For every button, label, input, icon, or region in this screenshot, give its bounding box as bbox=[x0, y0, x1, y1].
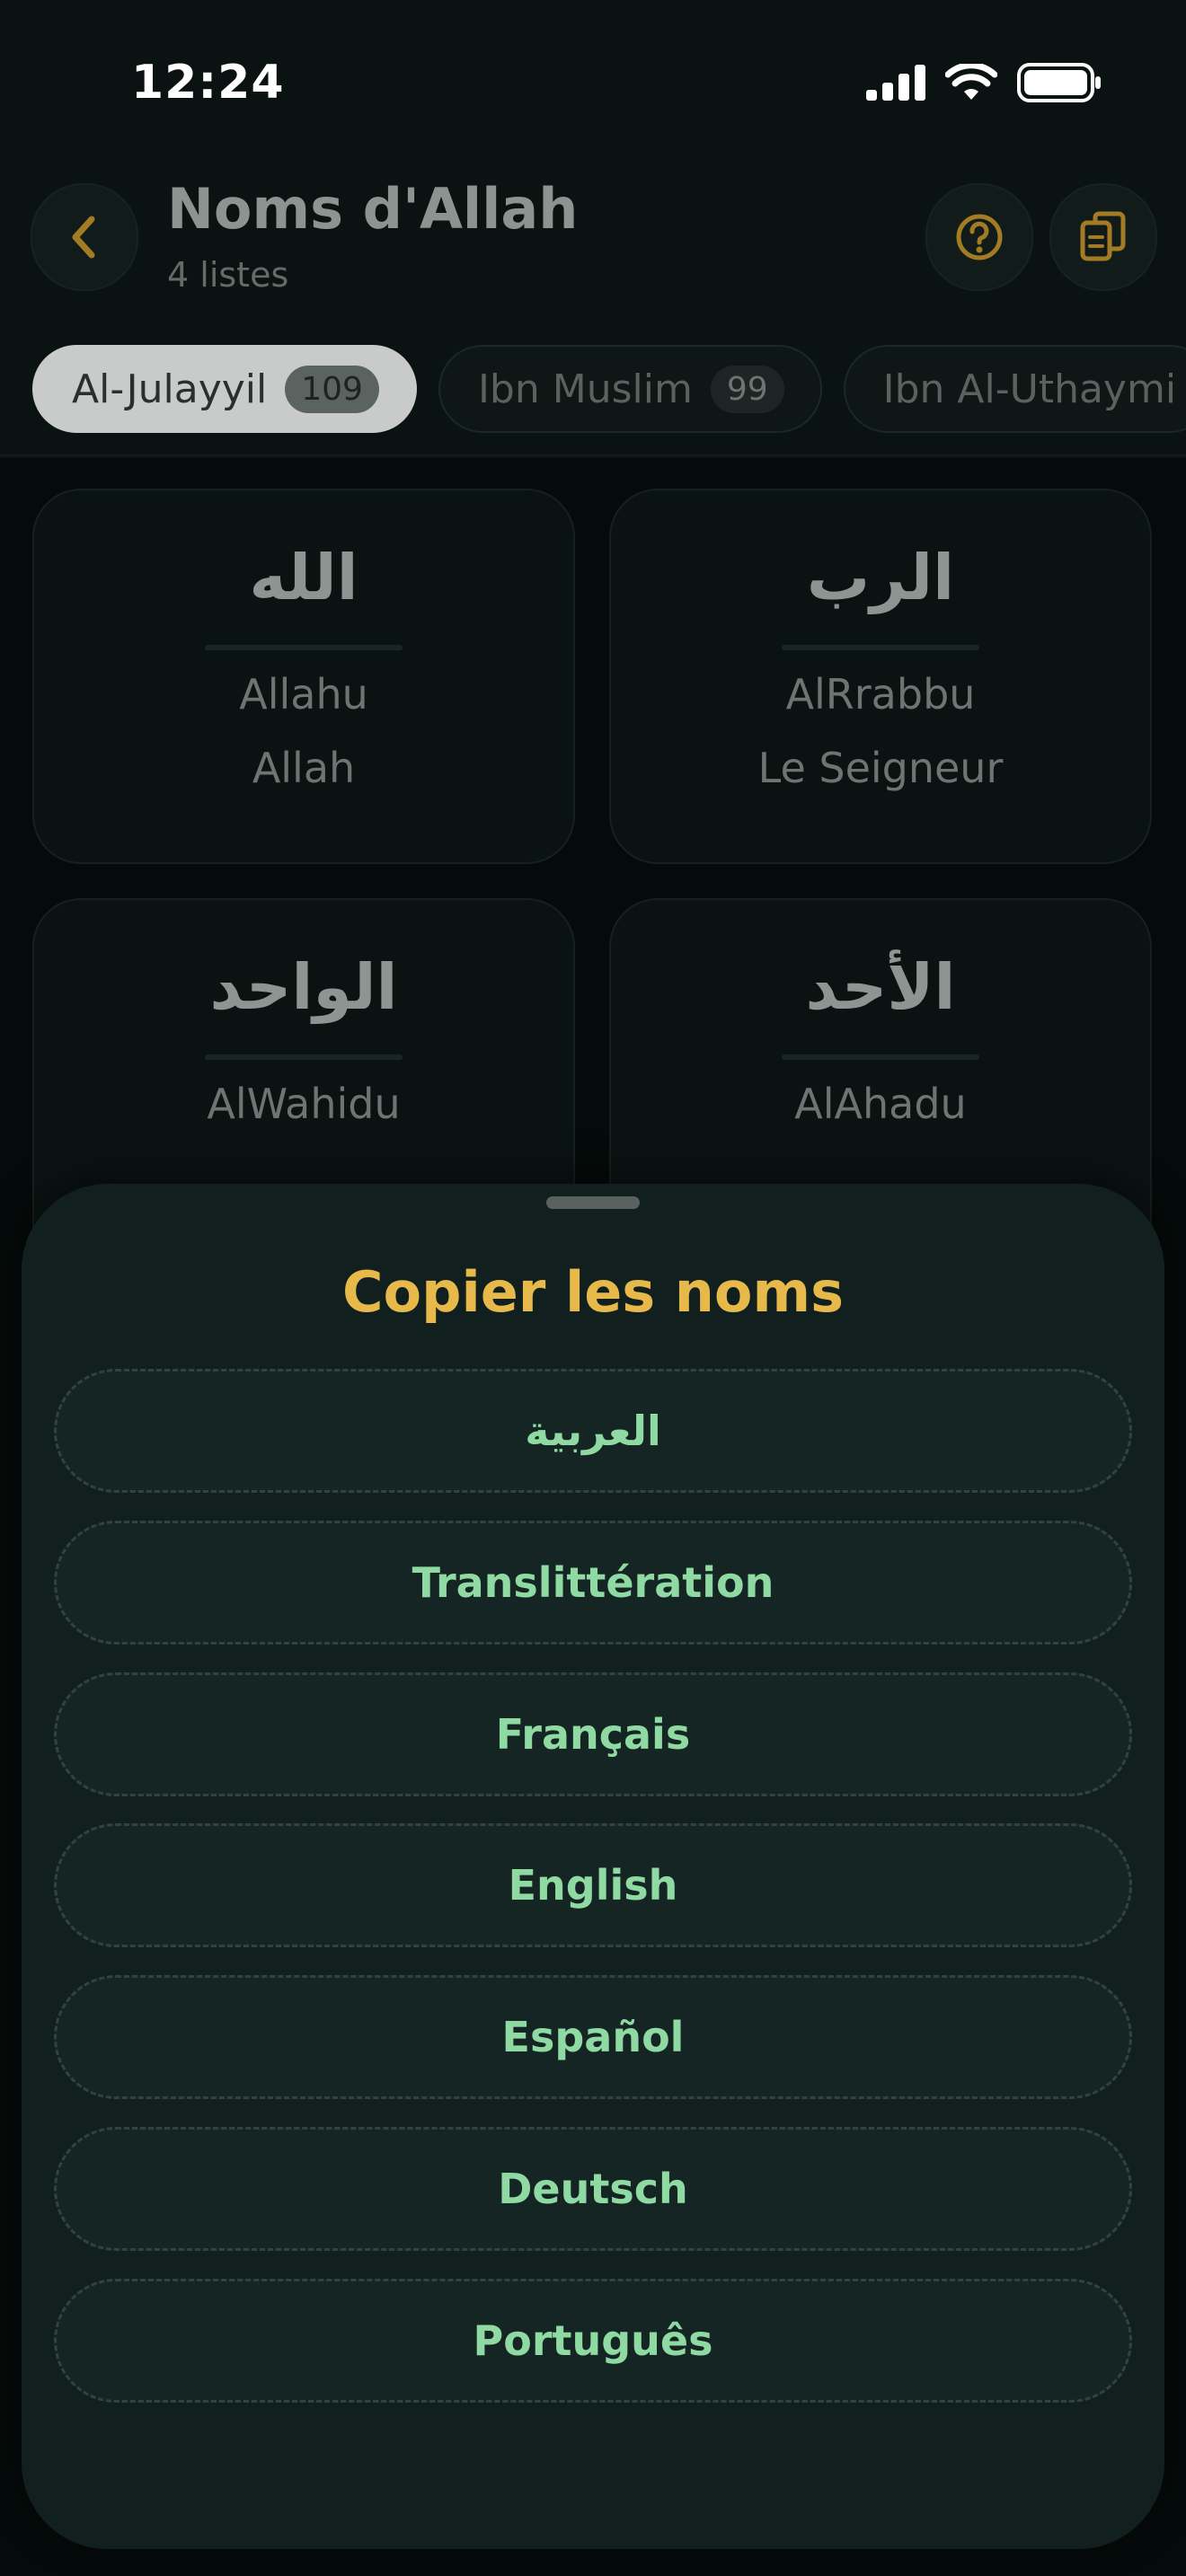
chip-label: Al-Julayyil bbox=[72, 366, 268, 412]
copy-spanish-button[interactable]: Español bbox=[54, 1975, 1132, 2099]
copy-button[interactable] bbox=[1049, 183, 1157, 291]
back-button[interactable] bbox=[31, 183, 138, 291]
signal-icon bbox=[866, 65, 925, 101]
chip-ibn-al-uthaymin[interactable]: Ibn Al-Uthaymi bbox=[843, 345, 1186, 433]
chip-count: 99 bbox=[710, 365, 784, 413]
chevron-left-icon bbox=[72, 216, 95, 259]
transliteration: AlRrabbu bbox=[785, 670, 976, 719]
question-circle-icon bbox=[956, 214, 1003, 260]
wifi-icon bbox=[945, 64, 997, 100]
chip-ibn-muslim[interactable]: Ibn Muslim 99 bbox=[438, 345, 822, 433]
status-time: 12:24 bbox=[131, 56, 285, 110]
page-title: Noms d'Allah bbox=[167, 176, 579, 242]
header-divider bbox=[0, 454, 1186, 456]
card-divider bbox=[205, 645, 403, 650]
copy-german-button[interactable]: Deutsch bbox=[54, 2127, 1132, 2251]
card-divider bbox=[782, 1054, 979, 1060]
arabic-name: الأحد bbox=[805, 950, 956, 1024]
chip-label: Ibn Muslim bbox=[477, 366, 693, 412]
sheet-grabber[interactable] bbox=[546, 1196, 640, 1209]
list-chips: Al-Julayyil 109 Ibn Muslim 99 Ibn Al-Uth… bbox=[32, 345, 1186, 433]
french-meaning: Le Seigneur bbox=[757, 744, 1004, 792]
copy-french-button[interactable]: Français bbox=[54, 1672, 1132, 1796]
chip-count: 109 bbox=[285, 365, 379, 413]
transliteration: Allahu bbox=[239, 670, 368, 719]
name-card[interactable]: الرب AlRrabbu Le Seigneur bbox=[609, 489, 1152, 864]
name-card[interactable]: الله Allahu Allah bbox=[32, 489, 575, 864]
card-divider bbox=[782, 645, 979, 650]
screen: 12:24 Noms d'Allah 4 listes Al-Julayyil … bbox=[0, 0, 1186, 2576]
french-meaning: Allah bbox=[252, 744, 356, 792]
chip-al-julayyil[interactable]: Al-Julayyil 109 bbox=[32, 345, 417, 433]
copy-arabic-button[interactable]: العربية bbox=[54, 1369, 1132, 1493]
battery-icon bbox=[1017, 63, 1101, 102]
copy-transliteration-button[interactable]: Translittération bbox=[54, 1521, 1132, 1645]
copy-english-button[interactable]: English bbox=[54, 1823, 1132, 1947]
card-divider bbox=[205, 1054, 403, 1060]
transliteration: AlAhadu bbox=[794, 1080, 967, 1128]
transliteration: AlWahidu bbox=[207, 1080, 401, 1128]
sheet-title: Copier les noms bbox=[342, 1259, 844, 1325]
status-icons bbox=[866, 63, 1102, 102]
arabic-name: الرب bbox=[806, 541, 955, 614]
copy-icon bbox=[1080, 211, 1126, 261]
copy-sheet: Copier les noms العربية Translittération… bbox=[22, 1184, 1164, 2549]
arabic-name: الواحد bbox=[209, 950, 398, 1024]
page-subtitle: 4 listes bbox=[167, 255, 289, 295]
arabic-name: الله bbox=[249, 541, 358, 614]
copy-portuguese-button[interactable]: Português bbox=[54, 2279, 1132, 2403]
chip-label: Ibn Al-Uthaymi bbox=[882, 366, 1177, 412]
help-button[interactable] bbox=[925, 183, 1033, 291]
